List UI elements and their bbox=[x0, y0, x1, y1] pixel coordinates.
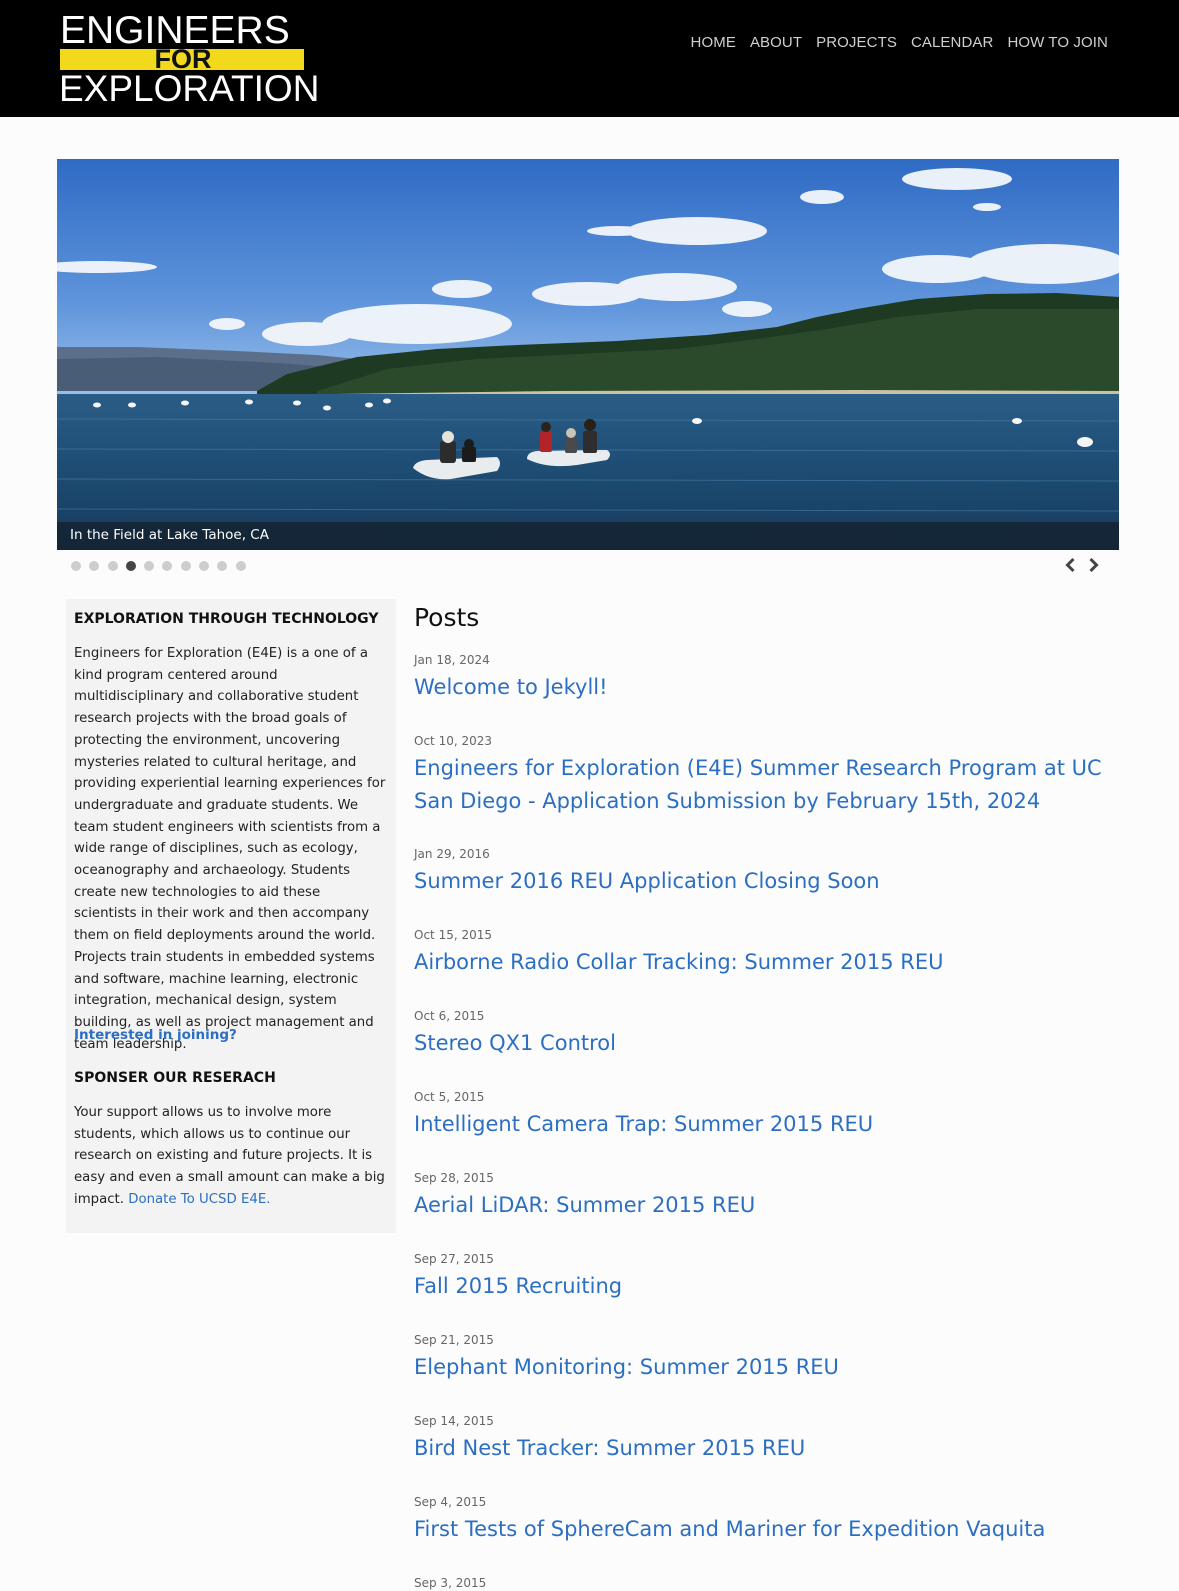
post-title-link[interactable]: Intelligent Camera Trap: Summer 2015 REU bbox=[414, 1108, 1114, 1141]
post-date: Jan 29, 2016 bbox=[414, 847, 490, 861]
sidebar-heading-exploration: EXPLORATION THROUGH TECHNOLOGY bbox=[74, 611, 379, 627]
carousel-dot-active[interactable] bbox=[125, 561, 136, 571]
site-logo[interactable]: ENGINEERS FOR EXPLORATION bbox=[57, 9, 320, 109]
carousel-dot[interactable] bbox=[144, 561, 155, 571]
post-item: Oct 6, 2015 Stereo QX1 Control bbox=[414, 1008, 1114, 1060]
post-item: Sep 27, 2015 Fall 2015 Recruiting bbox=[414, 1251, 1114, 1303]
post-date: Oct 6, 2015 bbox=[414, 1009, 485, 1023]
post-item: Sep 21, 2015 Elephant Monitoring: Summer… bbox=[414, 1332, 1114, 1384]
nav-calendar[interactable]: CALENDAR bbox=[911, 33, 994, 53]
sidebar-heading-sponsor: SPONSER OUR RESERACH bbox=[74, 1070, 276, 1086]
carousel-caption: In the Field at Lake Tahoe, CA bbox=[70, 527, 269, 543]
post-title-link[interactable]: Elephant Monitoring: Summer 2015 REU bbox=[414, 1351, 1114, 1384]
nav-home[interactable]: HOME bbox=[691, 33, 736, 53]
post-date: Sep 14, 2015 bbox=[414, 1414, 494, 1428]
carousel-dot[interactable] bbox=[162, 561, 173, 571]
nav-how-to-join[interactable]: HOW TO JOIN bbox=[1007, 33, 1108, 53]
post-item: Sep 3, 2015 bbox=[414, 1575, 1114, 1591]
main-nav: HOME ABOUT PROJECTS CALENDAR HOW TO JOIN bbox=[691, 33, 1108, 53]
hero-carousel: In the Field at Lake Tahoe, CA bbox=[57, 159, 1119, 550]
sidebar-sponsor-text: Your support allows us to involve more s… bbox=[74, 1102, 386, 1211]
post-date: Oct 5, 2015 bbox=[414, 1090, 485, 1104]
post-item: Jan 29, 2016 Summer 2016 REU Application… bbox=[414, 846, 1114, 898]
post-title-link[interactable]: Stereo QX1 Control bbox=[414, 1027, 1114, 1060]
post-date: Oct 15, 2015 bbox=[414, 928, 492, 942]
post-item: Sep 4, 2015 First Tests of SphereCam and… bbox=[414, 1494, 1114, 1546]
post-title-link[interactable]: Summer 2016 REU Application Closing Soon bbox=[414, 865, 1114, 898]
nav-projects[interactable]: PROJECTS bbox=[816, 33, 897, 53]
post-date: Sep 28, 2015 bbox=[414, 1171, 494, 1185]
carousel-dot[interactable] bbox=[199, 561, 210, 571]
posts-title: Posts bbox=[414, 603, 480, 632]
post-item: Sep 14, 2015 Bird Nest Tracker: Summer 2… bbox=[414, 1413, 1114, 1465]
logo-text-exploration: EXPLORATION bbox=[59, 68, 320, 109]
carousel-dot[interactable] bbox=[107, 561, 118, 571]
sidebar-intro-text: Engineers for Exploration (E4E) is a one… bbox=[74, 646, 386, 1052]
join-link[interactable]: Interested in joining? bbox=[74, 1027, 237, 1043]
sidebar: EXPLORATION THROUGH TECHNOLOGY Engineers… bbox=[66, 599, 396, 1233]
chevron-right-icon[interactable] bbox=[1085, 557, 1101, 573]
post-date: Jan 18, 2024 bbox=[414, 653, 490, 667]
post-date: Sep 21, 2015 bbox=[414, 1333, 494, 1347]
carousel-caption-bar: In the Field at Lake Tahoe, CA bbox=[57, 522, 1119, 550]
posts-section: Posts Jan 18, 2024 Welcome to Jekyll! Oc… bbox=[414, 600, 1114, 1590]
post-item: Jan 18, 2024 Welcome to Jekyll! bbox=[414, 652, 1114, 704]
post-item: Sep 28, 2015 Aerial LiDAR: Summer 2015 R… bbox=[414, 1170, 1114, 1222]
post-title-link[interactable]: Engineers for Exploration (E4E) Summer R… bbox=[414, 752, 1114, 818]
nav-about[interactable]: ABOUT bbox=[750, 33, 802, 53]
post-title-link[interactable]: Fall 2015 Recruiting bbox=[414, 1270, 1114, 1303]
post-date: Sep 4, 2015 bbox=[414, 1495, 487, 1509]
post-item: Oct 10, 2023 Engineers for Exploration (… bbox=[414, 733, 1114, 818]
post-title-link[interactable]: First Tests of SphereCam and Mariner for… bbox=[414, 1513, 1114, 1546]
carousel-indicators bbox=[71, 561, 246, 571]
post-date: Sep 27, 2015 bbox=[414, 1252, 494, 1266]
carousel-dot[interactable] bbox=[180, 561, 191, 571]
donate-link[interactable]: Donate To UCSD E4E. bbox=[128, 1192, 270, 1207]
logo-text-engineers: ENGINEERS bbox=[60, 9, 290, 52]
post-title-link[interactable]: Airborne Radio Collar Tracking: Summer 2… bbox=[414, 946, 1114, 979]
post-title-link[interactable]: Aerial LiDAR: Summer 2015 REU bbox=[414, 1189, 1114, 1222]
post-title-link[interactable]: Welcome to Jekyll! bbox=[414, 671, 1114, 704]
carousel-dot[interactable] bbox=[217, 561, 228, 571]
chevron-left-icon[interactable] bbox=[1063, 557, 1079, 573]
site-header: ENGINEERS FOR EXPLORATION HOME ABOUT PRO… bbox=[0, 0, 1179, 117]
carousel-dot[interactable] bbox=[89, 561, 100, 571]
post-date: Sep 3, 2015 bbox=[414, 1576, 487, 1590]
post-title-link[interactable]: Bird Nest Tracker: Summer 2015 REU bbox=[414, 1432, 1114, 1465]
carousel-dot[interactable] bbox=[235, 561, 246, 571]
post-date: Oct 10, 2023 bbox=[414, 734, 492, 748]
carousel-arrows bbox=[1063, 557, 1101, 573]
carousel-dot[interactable] bbox=[71, 561, 81, 571]
post-item: Oct 5, 2015 Intelligent Camera Trap: Sum… bbox=[414, 1089, 1114, 1141]
carousel-slide-image bbox=[57, 159, 1119, 550]
post-item: Oct 15, 2015 Airborne Radio Collar Track… bbox=[414, 927, 1114, 979]
